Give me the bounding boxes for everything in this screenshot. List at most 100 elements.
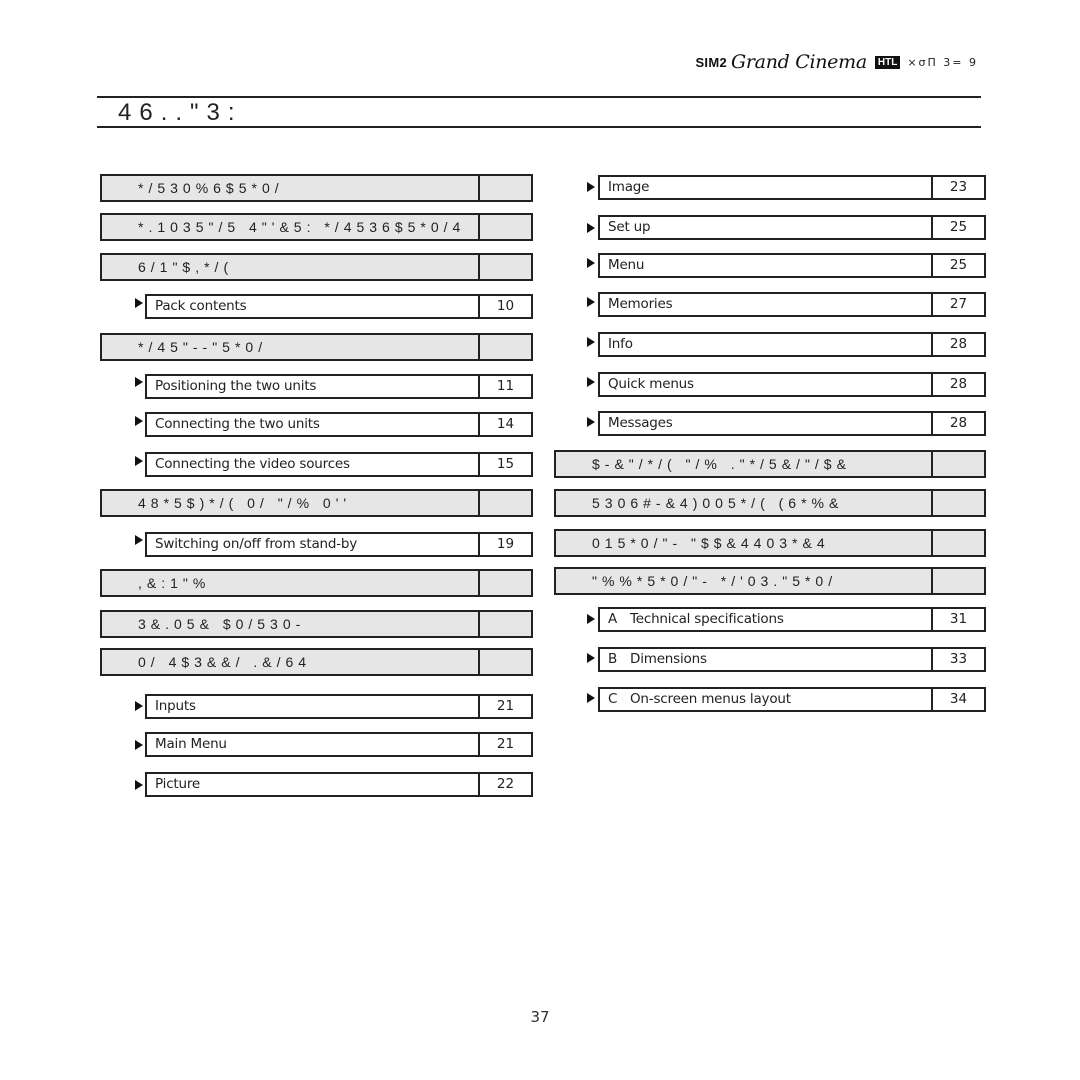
toc-item-page: 25 — [949, 257, 968, 273]
toc-item-page: 28 — [949, 336, 968, 352]
toc-section[interactable]: 0/ 4$3&&/ .&/64 — [100, 648, 533, 676]
toc-item[interactable]: Connecting the video sources 15 — [145, 452, 533, 477]
toc-item[interactable]: Set up 25 — [598, 215, 986, 240]
toc-item-label: Set up — [600, 217, 933, 238]
toc-section-page — [933, 569, 984, 593]
toc-item-page: 11 — [496, 378, 515, 394]
toc-section-label: 3&.05& $0/530- — [102, 612, 480, 636]
toc-section-label: "%%*5*0/"- */'03."5*0/ — [556, 569, 933, 593]
toc-item[interactable]: Positioning the two units 11 — [145, 374, 533, 399]
toc-section-label: 015*0/"- "$$&4403*&4 — [556, 531, 933, 555]
triangle-right-icon — [135, 535, 143, 545]
toc-item-page: 31 — [949, 611, 968, 627]
toc-item-label: Main Menu — [147, 734, 480, 755]
toc-item-page: 23 — [949, 179, 968, 195]
title-rule-top — [97, 96, 981, 98]
toc-item-page: 21 — [496, 736, 515, 752]
toc-item[interactable]: A Technical specifications 31 — [598, 607, 986, 632]
toc-item-page: 34 — [949, 691, 968, 707]
page-title: 46.."3: — [118, 99, 243, 126]
toc-section-page — [933, 452, 984, 476]
toc-item-page: 15 — [496, 456, 515, 472]
triangle-right-icon — [135, 740, 143, 750]
appendix-letter: C — [608, 691, 618, 707]
brand-badge: HTL — [874, 55, 901, 69]
toc-item-label: Positioning the two units — [147, 376, 480, 397]
brand-sim2: SIM2 — [695, 54, 727, 70]
toc-section-label: ,&:1"% — [102, 571, 480, 595]
triangle-right-icon — [587, 258, 595, 268]
toc-section-label: 0/ 4$3&&/ .&/64 — [102, 650, 480, 674]
toc-item-page: 10 — [496, 298, 515, 314]
toc-item-label: Switching on/off from stand-by — [147, 534, 480, 555]
toc-item-label: Memories — [600, 294, 933, 315]
toc-item[interactable]: Main Menu 21 — [145, 732, 533, 757]
triangle-right-icon — [135, 701, 143, 711]
toc-section[interactable]: 6/1"$,*/( — [100, 253, 533, 281]
triangle-right-icon — [587, 297, 595, 307]
toc-item[interactable]: Messages 28 — [598, 411, 986, 436]
toc-item-label: A Technical specifications — [600, 609, 933, 630]
brand-model: ×σΠ 3= 9 — [907, 55, 978, 69]
triangle-right-icon — [135, 416, 143, 426]
toc-item-page: 19 — [496, 536, 515, 552]
toc-section-page — [480, 176, 531, 200]
toc-section[interactable]: *.1035"/5 4"'&5: */4536$5*0/4 — [100, 213, 533, 241]
toc-item-label: C On-screen menus layout — [600, 689, 933, 710]
brand-script: Grand Cinema — [731, 51, 867, 73]
toc-section-label: 6/1"$,*/( — [102, 255, 480, 279]
appendix-title: On-screen menus layout — [630, 691, 791, 707]
toc-item[interactable]: Info 28 — [598, 332, 986, 357]
toc-item[interactable]: Image 23 — [598, 175, 986, 200]
toc-section[interactable]: ,&:1"% — [100, 569, 533, 597]
toc-section[interactable]: 48*5$)*/( 0/ "/% 0'' — [100, 489, 533, 517]
toc-item[interactable]: Memories 27 — [598, 292, 986, 317]
toc-item-page: 27 — [949, 296, 968, 312]
toc-item-page: 25 — [949, 219, 968, 235]
toc-item-label: Picture — [147, 774, 480, 795]
toc-item[interactable]: Picture 22 — [145, 772, 533, 797]
toc-section[interactable]: 3&.05& $0/530- — [100, 610, 533, 638]
toc-section[interactable]: 015*0/"- "$$&4403*&4 — [554, 529, 986, 557]
toc-section-page — [480, 215, 531, 239]
toc-item-label: Info — [600, 334, 933, 355]
toc-section-label: */45"--"5*0/ — [102, 335, 480, 359]
toc-item-label: Connecting the video sources — [147, 454, 480, 475]
toc-item-page: 28 — [949, 415, 968, 431]
toc-item[interactable]: Quick menus 28 — [598, 372, 986, 397]
appendix-letter: A — [608, 611, 618, 627]
toc-item[interactable]: Pack contents 10 — [145, 294, 533, 319]
toc-section-page — [480, 571, 531, 595]
toc-item[interactable]: B Dimensions 33 — [598, 647, 986, 672]
toc-section[interactable]: $-&"/*/( "/% ."*/5&/"/$& — [554, 450, 986, 478]
toc-item[interactable]: Inputs 21 — [145, 694, 533, 719]
appendix-letter: B — [608, 651, 618, 667]
toc-item-label: Connecting the two units — [147, 414, 480, 435]
toc-item-page: 28 — [949, 376, 968, 392]
toc-section-page — [480, 335, 531, 359]
triangle-right-icon — [587, 653, 595, 663]
triangle-right-icon — [587, 417, 595, 427]
toc-section-page — [480, 612, 531, 636]
toc-item[interactable]: C On-screen menus layout 34 — [598, 687, 986, 712]
toc-section-page — [933, 531, 984, 555]
toc-item[interactable]: Switching on/off from stand-by 19 — [145, 532, 533, 557]
triangle-right-icon — [135, 780, 143, 790]
triangle-right-icon — [135, 456, 143, 466]
toc-section[interactable]: 5306#-&4)005*/( (6*%& — [554, 489, 986, 517]
toc-section-page — [480, 650, 531, 674]
toc-item-label: Pack contents — [147, 296, 480, 317]
triangle-right-icon — [587, 693, 595, 703]
toc-item-page: 33 — [949, 651, 968, 667]
toc-item-label: Image — [600, 177, 933, 198]
toc-section[interactable]: "%%*5*0/"- */'03."5*0/ — [554, 567, 986, 595]
toc-item-label: Quick menus — [600, 374, 933, 395]
toc-item[interactable]: Connecting the two units 14 — [145, 412, 533, 437]
toc-item[interactable]: Menu 25 — [598, 253, 986, 278]
toc-section-page — [933, 491, 984, 515]
toc-section-page — [480, 255, 531, 279]
toc-item-page: 22 — [496, 776, 515, 792]
toc-section[interactable]: */45"--"5*0/ — [100, 333, 533, 361]
toc-section[interactable]: */530%6$5*0/ — [100, 174, 533, 202]
triangle-right-icon — [135, 298, 143, 308]
